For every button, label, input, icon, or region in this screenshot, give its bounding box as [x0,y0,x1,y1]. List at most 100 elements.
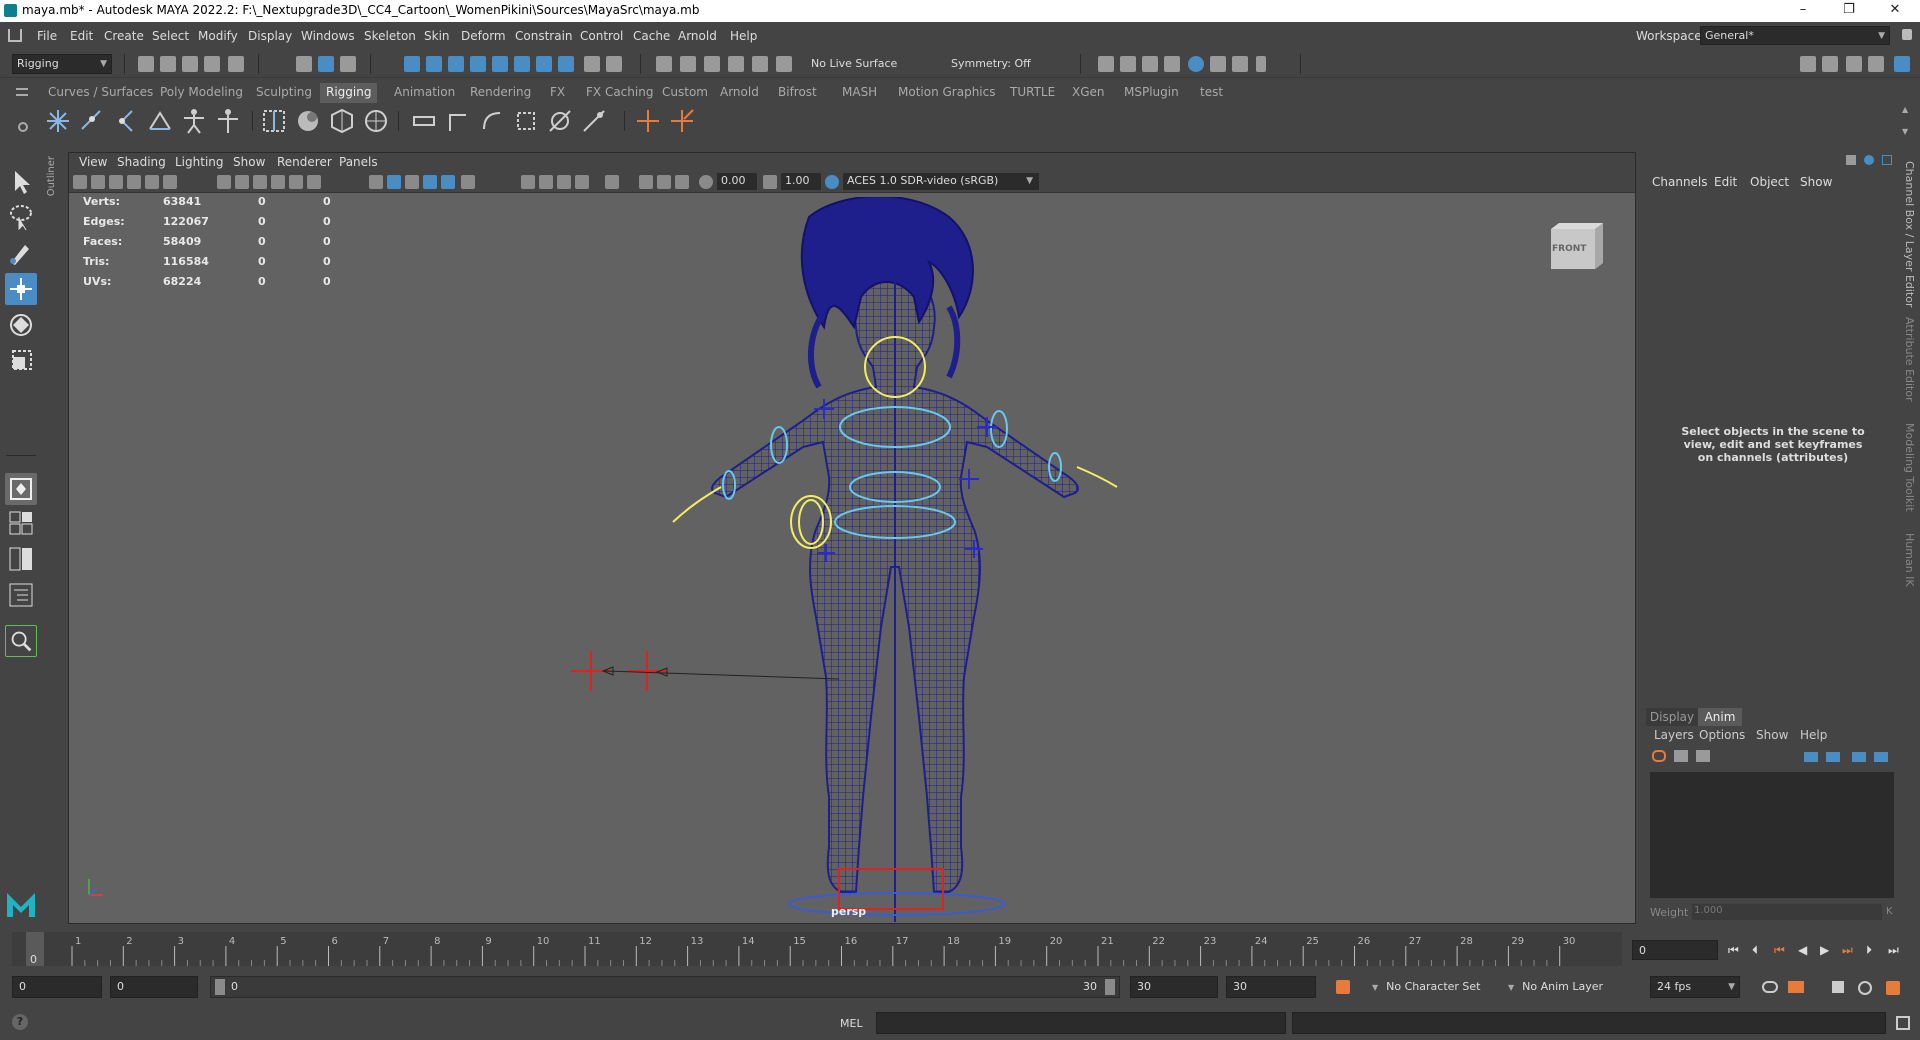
render-settings-icon[interactable] [1164,56,1180,72]
shelf-scroll-up-icon[interactable]: ▲ [1902,105,1908,114]
select-camera-icon[interactable] [73,175,87,189]
playback-end-field[interactable]: 30 [1130,976,1218,998]
scale-constraint-icon[interactable] [512,107,540,135]
viewport-menu-view[interactable]: View [79,155,107,169]
side-tab-channel-box[interactable]: Channel Box / Layer Editor [1903,161,1916,308]
viewport-menu-lighting[interactable]: Lighting [175,155,224,169]
command-input[interactable] [876,1012,1286,1034]
render-view-icon[interactable] [1098,56,1114,72]
tool-settings-icon[interactable] [1868,56,1884,72]
motion-blur-icon[interactable] [557,175,571,189]
go-to-end-icon[interactable]: ⏭ [1888,943,1899,958]
animation-preferences-icon[interactable] [1886,981,1900,995]
smooth-shade-icon[interactable] [387,175,401,189]
select-by-type-icon[interactable] [536,56,552,72]
viewport-menu-shading[interactable]: Shading [117,155,166,169]
shelf-tab-curves-surfaces[interactable]: Curves / Surfaces [42,83,159,103]
current-frame-field[interactable]: 0 [1632,940,1718,960]
anim-layer-dropdown[interactable]: ▼ No Anim Layer [1508,980,1628,993]
scale-tool-icon[interactable] [5,345,37,377]
layer-menu-show[interactable]: Show [1756,728,1788,742]
undo-icon[interactable] [204,56,220,72]
sound-icon[interactable] [1832,981,1844,993]
attribute-editor-icon[interactable] [1846,56,1862,72]
film-gate-icon[interactable] [235,175,249,189]
pole-vector-icon[interactable] [580,107,608,135]
lock-icon[interactable] [1902,29,1912,40]
shelf-tab-rendering[interactable]: Rendering [464,83,537,103]
menuset-dropdown[interactable]: Rigging ▼ [12,54,112,74]
snap-to-curves-icon[interactable] [680,56,696,72]
xray-joints-icon[interactable] [639,175,653,189]
scene-end-field[interactable]: 30 [1226,976,1316,998]
gate-mask-icon[interactable] [271,175,285,189]
weight-key-label[interactable]: K [1886,906,1893,917]
move-tool-icon[interactable] [5,273,37,305]
side-tab-human-ik[interactable]: Human IK [1903,533,1916,587]
gamma-icon[interactable] [763,175,777,189]
channel-menu-show[interactable]: Show [1800,175,1832,189]
lattice-icon[interactable] [328,107,356,135]
script-language-button[interactable]: MEL [840,1017,863,1030]
shelf-tab-animation[interactable]: Animation [388,83,461,103]
snap-point-icon[interactable] [448,56,464,72]
search-icon[interactable] [5,625,37,657]
color-management-icon[interactable] [825,175,839,189]
grid-toggle-icon[interactable] [217,175,231,189]
scene-start-field[interactable]: 0 [12,976,102,998]
open-scene-icon[interactable] [160,56,176,72]
mirror-joint-icon[interactable] [112,107,140,135]
menu-deform[interactable]: Deform [461,29,506,43]
ik-handle-icon[interactable] [146,107,174,135]
menu-arnold[interactable]: Arnold [678,29,717,43]
step-back-frame-icon[interactable]: ⏴ [1752,943,1758,958]
menu-constrain[interactable]: Constrain [515,29,573,43]
2d-pan-zoom-icon[interactable] [145,175,159,189]
snap-to-points-icon[interactable] [704,56,720,72]
ambient-occlusion-icon[interactable] [539,175,553,189]
use-all-lights-icon[interactable] [461,175,475,189]
step-forward-frame-icon[interactable]: ⏵ [1866,943,1872,958]
menu-edit[interactable]: Edit [70,29,93,43]
gamma-field[interactable]: 1.00 [781,173,821,190]
pause-icon[interactable] [1256,56,1266,72]
human-ik-icon[interactable] [1822,56,1838,72]
snap-live-icon[interactable] [776,56,792,72]
range-handle-right[interactable] [1105,979,1115,995]
ipr-render-icon[interactable] [1142,56,1158,72]
select-layer-objects-icon[interactable] [1852,752,1866,762]
xray-icon[interactable] [441,175,455,189]
menu-windows[interactable]: Windows [301,29,355,43]
snap-projected-icon[interactable] [470,56,486,72]
hypershade-icon[interactable] [1188,56,1204,72]
locator-icon[interactable] [634,107,662,135]
character-set-dropdown[interactable]: ▼ No Character Set [1372,980,1512,993]
shelf-tab-mash[interactable]: MASH [836,83,883,103]
layer-tab-anim[interactable]: Anim [1698,708,1742,726]
hud-toggle-icon[interactable] [675,175,689,189]
shelf-scroll-down-icon[interactable]: ▼ [1902,127,1908,136]
point-constraint-icon[interactable] [444,107,472,135]
rig-controls[interactable] [672,277,1118,922]
rotate-tool-icon[interactable] [5,309,37,341]
menu-modify[interactable]: Modify [198,29,238,43]
exposure-icon[interactable] [699,175,713,189]
viewport-menu-renderer[interactable]: Renderer [277,155,332,169]
shelf-tab-custom[interactable]: Custom [656,83,714,103]
home-icon[interactable] [8,29,22,42]
snap-view-plane-icon[interactable] [492,56,508,72]
shelf-tab-turtle[interactable]: TURTLE [1004,83,1061,103]
resolution-gate-icon[interactable] [253,175,267,189]
isolate-select-icon[interactable] [605,175,619,189]
help-icon[interactable]: ? [12,1014,28,1030]
range-handle-left[interactable] [215,979,225,995]
channel-menu-edit[interactable]: Edit [1714,175,1737,189]
new-anim-layer-icon[interactable] [1652,750,1666,762]
layer-tab-display[interactable]: Display [1646,708,1698,726]
exposure-field[interactable]: 0.00 [717,173,757,190]
parent-constraint-icon[interactable] [410,107,438,135]
shadows-icon[interactable] [521,175,535,189]
wrap-deformer-icon[interactable] [362,107,390,135]
grease-pencil-icon[interactable] [163,175,177,189]
step-forward-key-icon[interactable]: ⏭ [1842,943,1853,958]
